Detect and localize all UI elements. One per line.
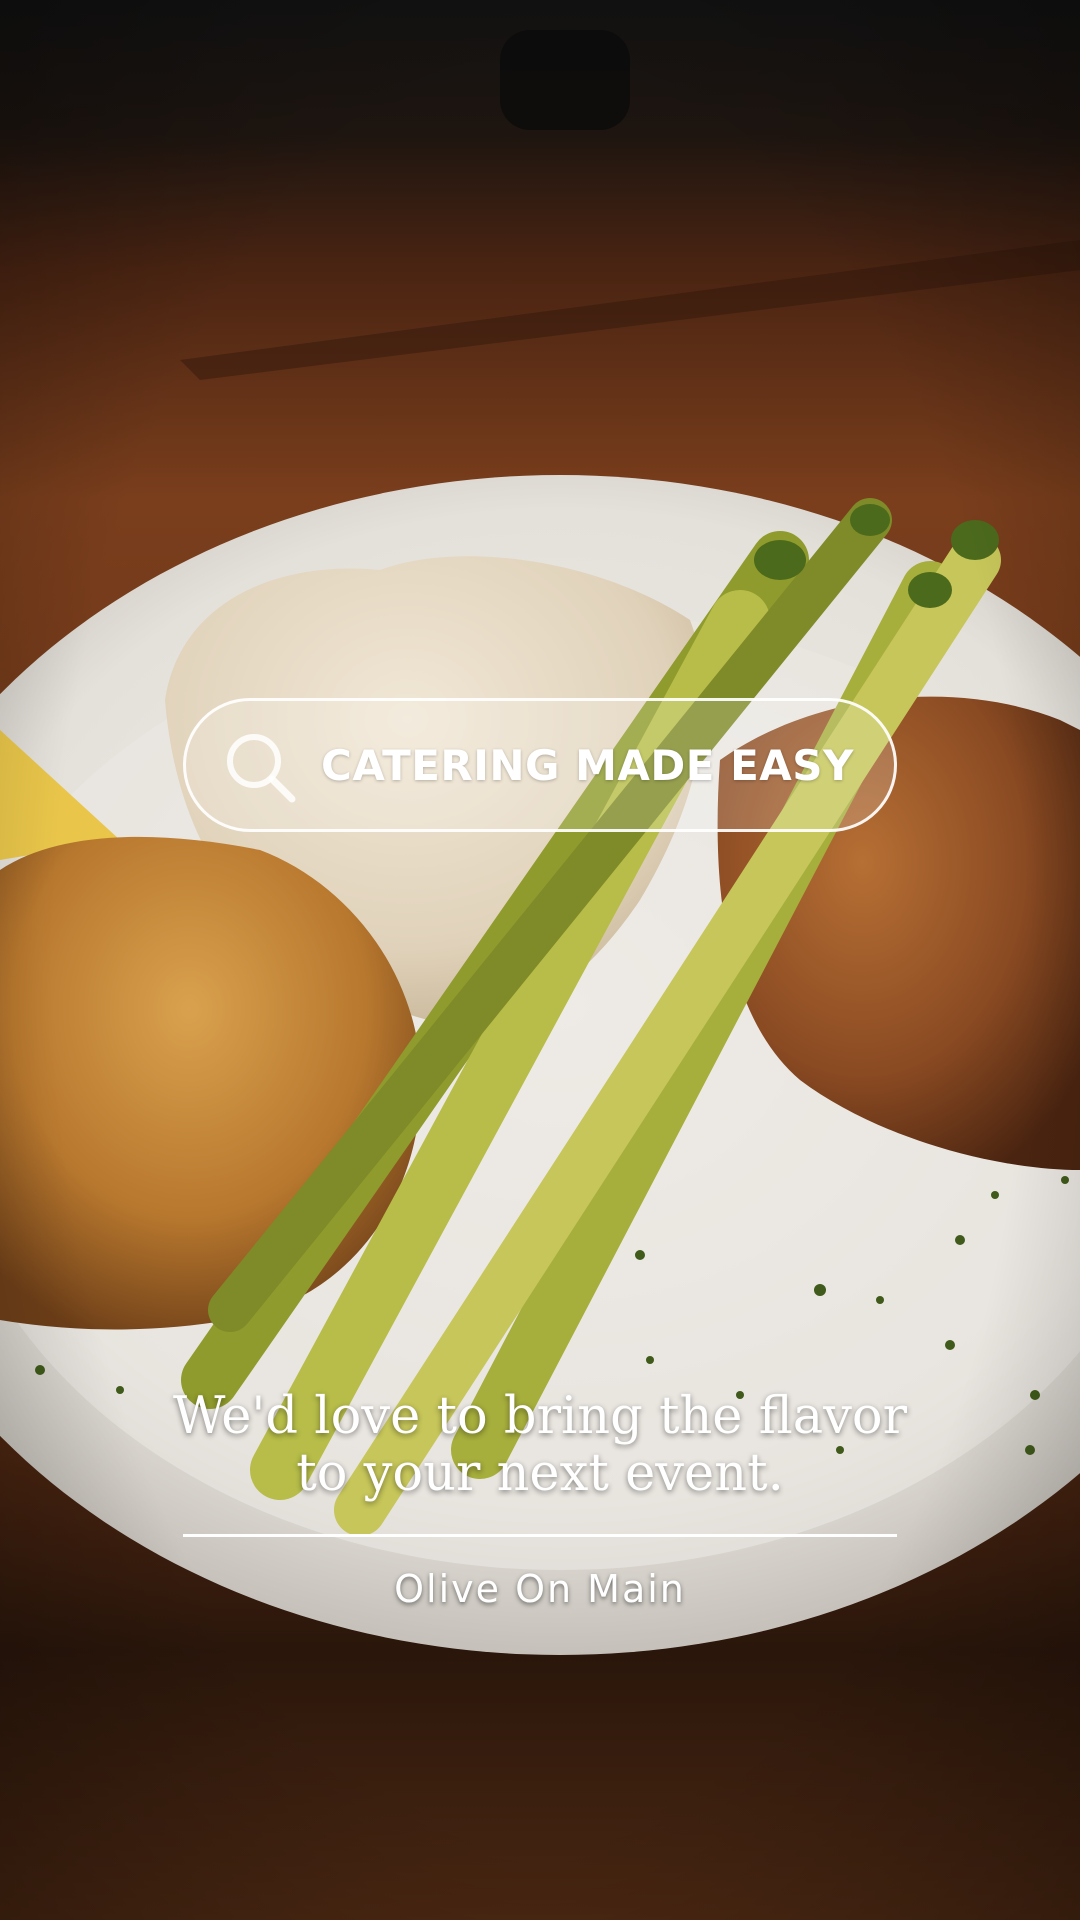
hero-background: CATERING MADE EASY We'd love to bring th… xyxy=(0,0,1080,1920)
search-bar[interactable]: CATERING MADE EASY xyxy=(183,698,897,832)
food-photo xyxy=(0,0,1080,1920)
event-message-line-2: to your next event. xyxy=(296,1444,784,1503)
divider xyxy=(183,1534,897,1537)
event-message-line-1: We'd love to bring the flavor xyxy=(172,1387,908,1446)
search-label: CATERING MADE EASY xyxy=(321,740,854,790)
brand-name: Olive On Main xyxy=(394,1567,686,1611)
event-message: We'd love to bring the flavor to your ne… xyxy=(140,1388,940,1502)
search-icon xyxy=(227,734,296,803)
